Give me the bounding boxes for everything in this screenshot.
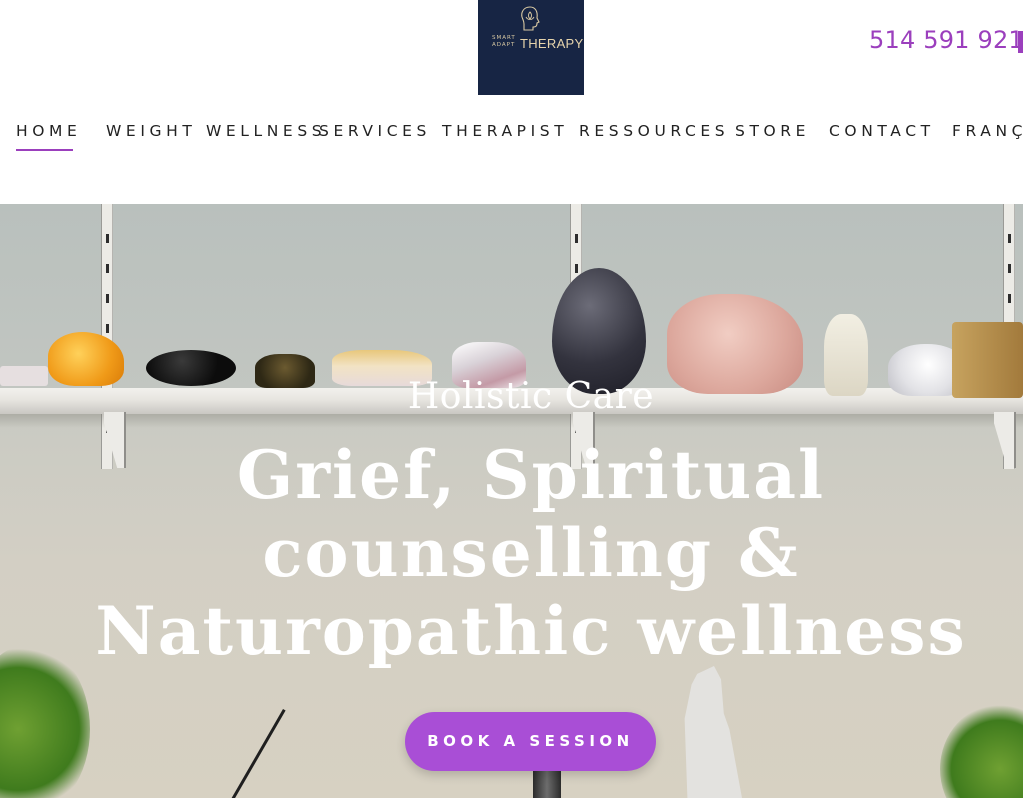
book-session-button[interactable]: BOOK A SESSION (405, 712, 656, 771)
site-header: SMART ADAPT THERAPY 514 591 9217 HOME WE… (0, 0, 1023, 204)
nav-active-underline (16, 149, 73, 151)
nav-item-services[interactable]: SERVICES (319, 122, 431, 140)
phone-overflow-glyph (1018, 31, 1023, 53)
nav-item-therapist[interactable]: THERAPIST (442, 122, 568, 140)
phone-link[interactable]: 514 591 9217 (869, 26, 1023, 54)
hero-headline-line2: counselling & (262, 514, 800, 592)
nav-item-store[interactable]: STORE (735, 122, 810, 140)
hero-section: Holistic Care Grief, Spiritual counselli… (0, 204, 1023, 798)
nav-item-home[interactable]: HOME (16, 122, 81, 140)
logo-small-line1: SMART (492, 35, 516, 41)
hero-headline: Grief, Spiritual counselling & Naturopat… (0, 436, 1023, 670)
main-nav: HOME WEIGHT WELLNESS SERVICES THERAPIST … (0, 122, 1023, 152)
logo-small-line2: ADAPT (492, 42, 516, 48)
site-logo[interactable]: SMART ADAPT THERAPY (478, 0, 584, 95)
logo-small-text: SMART ADAPT (492, 35, 516, 49)
hero-eyebrow: Holistic Care (407, 376, 655, 417)
nav-item-weight-wellness[interactable]: WEIGHT WELLNESS (106, 122, 326, 140)
logo-wordmark: THERAPY (520, 36, 584, 51)
hero-headline-line3: Naturopathic wellness (95, 592, 967, 670)
nav-item-francais[interactable]: FRANÇA (952, 122, 1023, 140)
head-lotus-icon (521, 6, 540, 31)
nav-item-ressources[interactable]: RESSOURCES (579, 122, 729, 140)
nav-item-contact[interactable]: CONTACT (829, 122, 935, 140)
hero-headline-line1: Grief, Spiritual (236, 436, 826, 514)
hero-content: Holistic Care Grief, Spiritual counselli… (0, 204, 1023, 798)
